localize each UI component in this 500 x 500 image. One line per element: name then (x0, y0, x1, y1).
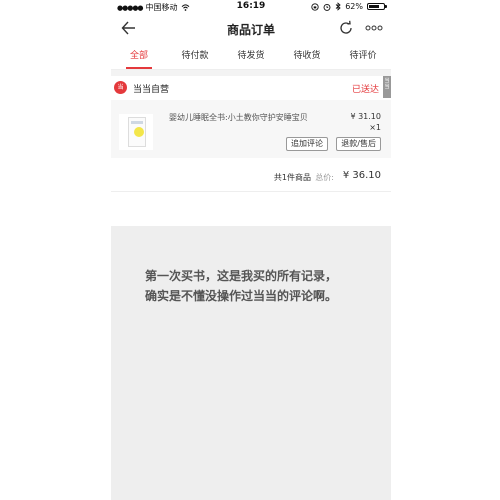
tab-pending-receipt[interactable]: 待收货 (279, 44, 335, 69)
product-thumbnail[interactable] (119, 114, 153, 150)
product-quantity: ×1 (369, 123, 381, 132)
bluetooth-icon (335, 2, 341, 11)
battery-percent: 62% (345, 2, 363, 11)
product-price: ¥ 31.10 (350, 112, 381, 121)
total-label: 总价: (315, 173, 334, 182)
order-summary: 共1件商品 总价: ¥ 36.10 (111, 158, 391, 192)
annotation-panel: 第一次买书，这是我买的所有记录， 确实是不懂没操作过当当的评论啊。 (111, 226, 391, 500)
refund-aftersale-button[interactable]: 退款/售后 (336, 137, 381, 151)
add-review-button[interactable]: 追加评论 (286, 137, 328, 151)
total-amount: ¥ 36.10 (342, 170, 381, 181)
refresh-icon[interactable] (337, 19, 355, 37)
store-header[interactable]: 当 当当自营 已送达 当当 (111, 76, 391, 100)
status-bar: ●●●●● 中国移动 16:19 62% (111, 0, 391, 14)
tab-pending-shipment[interactable]: 待发货 (223, 44, 279, 69)
product-name[interactable]: 婴幼儿睡眠全书:小土教你守护安睡宝贝 (169, 112, 308, 123)
more-options-icon[interactable] (365, 23, 383, 33)
product-item[interactable]: 婴幼儿睡眠全书:小土教你守护安睡宝贝 ¥ 31.10 ×1 追加评论 退款/售后 (111, 100, 391, 158)
phone-screen: ●●●●● 中国移动 16:19 62% 商品订单 全部 待付款 待发货 待收货… (111, 0, 391, 500)
book-cover-icon (128, 117, 146, 147)
tab-pending-payment[interactable]: 待付款 (167, 44, 223, 69)
annotation-line-2: 确实是不懂没操作过当当的评论啊。 (145, 289, 338, 303)
item-count: 共1件商品 (273, 173, 311, 182)
order-tabs: 全部 待付款 待发货 待收货 待评价 (111, 44, 391, 70)
lock-rotation-icon (311, 2, 319, 11)
alarm-icon (323, 3, 331, 11)
navigation-bar: 商品订单 (111, 14, 391, 44)
tab-all[interactable]: 全部 (111, 44, 167, 69)
store-name: 当当自营 (133, 85, 170, 95)
status-right: 62% (311, 2, 387, 11)
dangdang-logo-icon: 当 (114, 81, 127, 94)
battery-icon (367, 3, 387, 10)
side-float-tag[interactable]: 当当 (383, 76, 391, 98)
order-status-label: 已送达 (351, 85, 379, 95)
annotation-line-1: 第一次买书，这是我买的所有记录， (145, 269, 338, 283)
tab-pending-review[interactable]: 待评价 (335, 44, 391, 69)
